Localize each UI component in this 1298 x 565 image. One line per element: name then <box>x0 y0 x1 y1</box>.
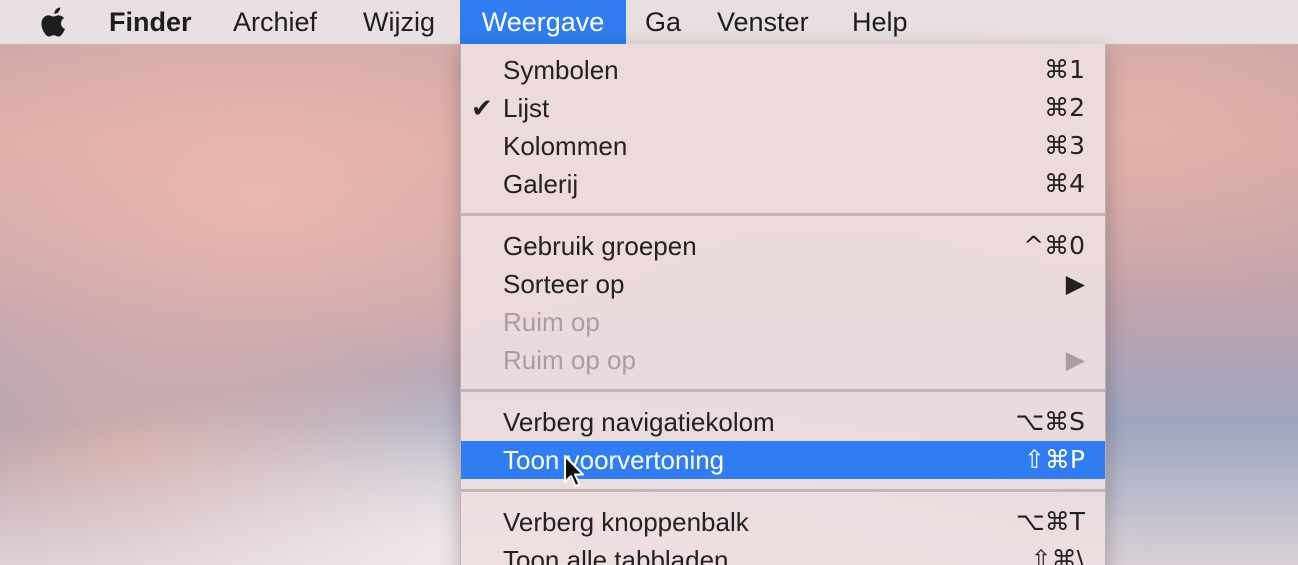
menu-bar: Finder Archief Wijzig Weergave Ga Venste… <box>0 0 1298 45</box>
menu-item-symbolen[interactable]: Symbolen ⌘1 <box>461 51 1105 89</box>
menu-item-label: Toon alle tabbladen <box>503 545 729 565</box>
menu-item-label: Kolommen <box>503 131 628 161</box>
menubar-wijzig[interactable]: Wijzig <box>345 0 453 44</box>
menu-item-label: Verberg knoppenbalk <box>503 507 749 537</box>
menu-item-label: Verberg navigatiekolom <box>503 407 775 437</box>
mouse-cursor-icon <box>564 455 584 487</box>
menu-item-label: Lijst <box>503 93 550 123</box>
menu-separator <box>461 213 1105 216</box>
menu-item-label: Galerij <box>503 169 579 199</box>
menu-item-gebruik-groepen[interactable]: Gebruik groepen ^⌘0 <box>461 227 1105 265</box>
menu-item-kolommen[interactable]: Kolommen ⌘3 <box>461 127 1105 165</box>
menu-separator <box>461 489 1105 492</box>
menu-item-label: Sorteer op <box>503 269 625 299</box>
menubar-finder[interactable]: Finder <box>91 0 210 44</box>
menu-item-toon-alle-tabbladen[interactable]: Toon alle tabbladen ⇧⌘\ <box>461 541 1105 565</box>
menu-item-verberg-navigatiekolom[interactable]: Verberg navigatiekolom ⌥⌘S <box>461 403 1105 441</box>
menu-item-shortcut: ⇧⌘P <box>1023 445 1085 474</box>
menu-item-ruim-op: Ruim op <box>461 303 1105 341</box>
menubar-ga[interactable]: Ga <box>627 0 699 44</box>
menubar-venster[interactable]: Venster <box>699 0 827 44</box>
apple-icon[interactable] <box>40 6 70 38</box>
menu-item-shortcut: ⌘1 <box>1044 55 1085 84</box>
menu-item-galerij[interactable]: Galerij ⌘4 <box>461 165 1105 203</box>
menu-separator <box>461 389 1105 392</box>
menu-item-shortcut: ⌘3 <box>1044 131 1085 160</box>
menu-item-ruim-op-op: Ruim op op ▶ <box>461 341 1105 379</box>
menu-item-verberg-knoppenbalk[interactable]: Verberg knoppenbalk ⌥⌘T <box>461 503 1105 541</box>
menubar-weergave[interactable]: Weergave <box>460 0 626 44</box>
menu-item-label: Gebruik groepen <box>503 231 697 261</box>
menu-item-label: Toon voorvertoning <box>503 445 725 475</box>
submenu-arrow-icon: ▶ <box>1065 345 1085 374</box>
submenu-arrow-icon: ▶ <box>1065 269 1085 298</box>
menu-item-sorteer-op[interactable]: Sorteer op ▶ <box>461 265 1105 303</box>
menu-item-lijst[interactable]: ✔ Lijst ⌘2 <box>461 89 1105 127</box>
view-menu-dropdown: Symbolen ⌘1 ✔ Lijst ⌘2 Kolommen ⌘3 Galer… <box>460 44 1106 565</box>
menu-item-toon-voorvertoning[interactable]: Toon voorvertoning ⇧⌘P <box>461 441 1105 479</box>
menubar-archief[interactable]: Archief <box>215 0 335 44</box>
menu-item-shortcut: ⌘4 <box>1044 169 1085 198</box>
menu-item-shortcut: ⌥⌘S <box>1015 407 1085 436</box>
menu-item-label: Ruim op op <box>503 345 636 375</box>
menubar-help[interactable]: Help <box>834 0 926 44</box>
menu-item-shortcut: ^⌘0 <box>1023 231 1085 260</box>
checkmark-icon: ✔ <box>471 93 493 123</box>
menu-item-shortcut: ⇧⌘\ <box>1030 545 1085 565</box>
menu-item-shortcut: ⌥⌘T <box>1015 507 1085 536</box>
menu-item-label: Symbolen <box>503 55 619 85</box>
menu-item-shortcut: ⌘2 <box>1044 93 1085 122</box>
menu-item-label: Ruim op <box>503 307 600 337</box>
